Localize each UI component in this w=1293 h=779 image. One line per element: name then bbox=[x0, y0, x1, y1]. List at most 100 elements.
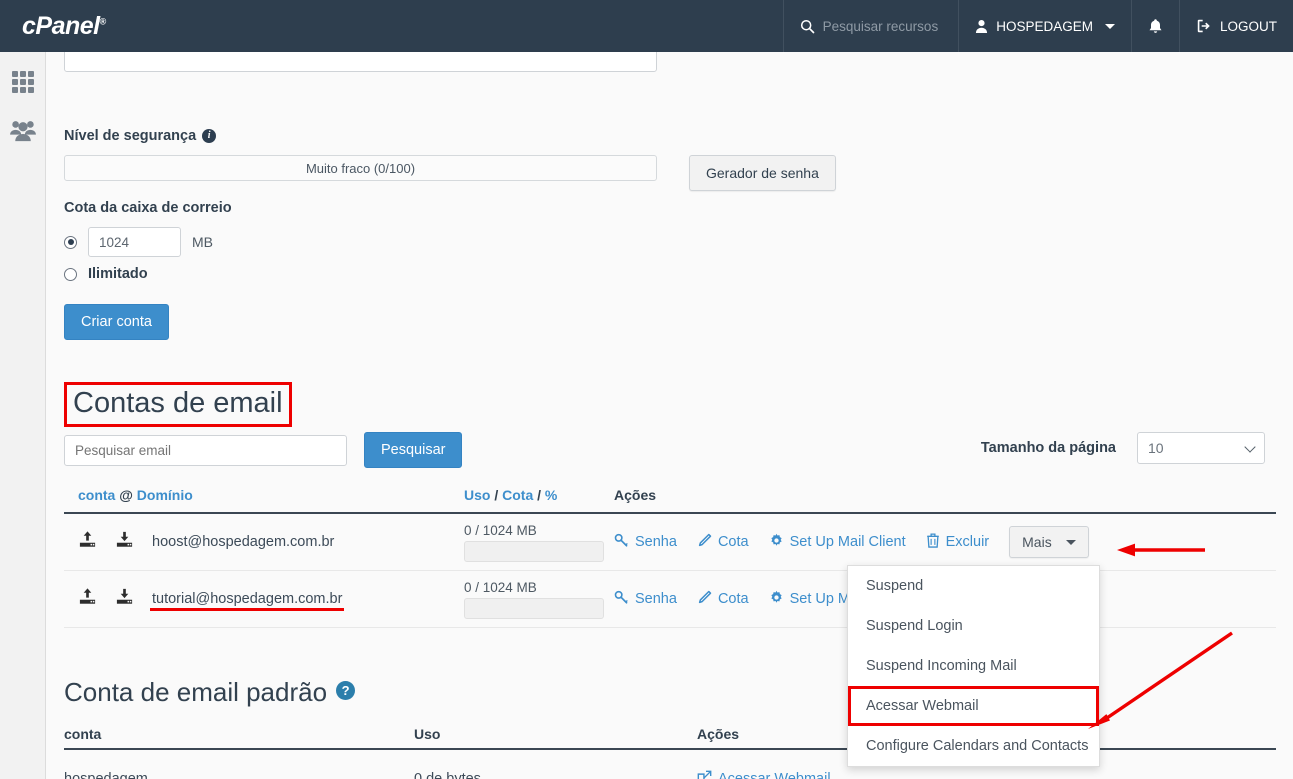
quota-unlimited-radio[interactable] bbox=[64, 267, 77, 281]
password-action[interactable]: Senha bbox=[614, 590, 677, 609]
page-size-select[interactable]: 10 bbox=[1137, 432, 1265, 464]
help-icon[interactable]: ? bbox=[336, 681, 356, 700]
notifications-button[interactable] bbox=[1130, 0, 1179, 52]
sep-1: / bbox=[494, 487, 499, 503]
user-menu-label: HOSPEDAGEM bbox=[996, 18, 1093, 34]
upload-icon[interactable] bbox=[78, 587, 97, 611]
password-action[interactable]: Senha bbox=[614, 533, 677, 552]
page-size-value: 10 bbox=[1148, 440, 1164, 456]
more-button[interactable]: Mais bbox=[1009, 526, 1089, 558]
security-level-group: Nível de segurança i Muito fraco (0/100)… bbox=[64, 128, 836, 191]
chevron-down-icon bbox=[1104, 23, 1115, 29]
quota-input[interactable] bbox=[88, 227, 181, 257]
default-account-title: Conta de email padrão ? bbox=[64, 677, 356, 708]
access-webmail-action[interactable]: Acessar Webmail bbox=[697, 770, 1276, 779]
annotation-arrow-to-acessar-webmail bbox=[1088, 631, 1233, 729]
access-webmail-label: Acessar Webmail bbox=[718, 771, 831, 779]
sort-domain-link[interactable]: Domínio bbox=[137, 487, 193, 503]
menu-item-configure-calendars[interactable]: Configure Calendars and Contacts bbox=[848, 726, 1099, 766]
search-icon bbox=[800, 19, 815, 34]
sort-quota-link[interactable]: Cota bbox=[502, 487, 533, 503]
quota-unlimited-option[interactable]: Ilimitado bbox=[64, 266, 232, 282]
top-header: cPanel® Pesquisar recursos HOSPEDAGEM LO… bbox=[0, 0, 1293, 52]
default-account-name: hospedagem bbox=[64, 771, 148, 779]
default-account-section: Conta de email padrão ? bbox=[64, 677, 356, 708]
brand-registered-mark: ® bbox=[99, 16, 107, 27]
quota-action[interactable]: Cota bbox=[697, 533, 749, 552]
grid-icon bbox=[11, 70, 35, 99]
setup-mail-client-action[interactable]: Set Up Mail Client bbox=[769, 533, 906, 552]
download-icon[interactable] bbox=[115, 530, 134, 554]
quota-action[interactable]: Cota bbox=[697, 590, 749, 609]
logout-label: LOGOUT bbox=[1219, 18, 1277, 34]
default-account-usage: 0 de bytes bbox=[414, 771, 481, 779]
usage-progress-bar bbox=[464, 597, 604, 619]
create-account-button[interactable]: Criar conta bbox=[64, 304, 169, 340]
logout-icon bbox=[1196, 18, 1212, 34]
upload-icon[interactable] bbox=[78, 530, 97, 554]
bell-icon bbox=[1148, 18, 1163, 35]
left-sidebar bbox=[0, 52, 46, 779]
more-button-wrapper: Mais bbox=[1009, 526, 1089, 558]
global-search[interactable]: Pesquisar recursos bbox=[782, 0, 959, 52]
gear-icon bbox=[769, 590, 784, 609]
key-icon bbox=[614, 533, 629, 552]
pencil-icon bbox=[697, 533, 712, 552]
security-level-label: Nível de segurança i bbox=[64, 128, 836, 144]
sort-account-link[interactable]: conta bbox=[78, 487, 115, 503]
external-link-icon bbox=[697, 770, 712, 779]
download-icon[interactable] bbox=[115, 587, 134, 611]
usage-text: 0 / 1024 MB bbox=[464, 522, 537, 538]
account-cell: hoost@hospedagem.com.br bbox=[64, 530, 464, 554]
user-menu[interactable]: HOSPEDAGEM bbox=[958, 0, 1131, 52]
menu-item-suspend-login[interactable]: Suspend Login bbox=[848, 606, 1099, 646]
password-generator-button[interactable]: Gerador de senha bbox=[689, 155, 836, 191]
quota-fixed-option[interactable]: MB bbox=[64, 227, 232, 257]
delete-action-label: Excluir bbox=[945, 534, 990, 550]
menu-item-acessar-webmail[interactable]: Acessar Webmail bbox=[848, 686, 1099, 726]
more-dropdown-menu: Suspend Suspend Login Suspend Incoming M… bbox=[847, 565, 1100, 767]
pencil-icon bbox=[697, 590, 712, 609]
logout-button[interactable]: LOGOUT bbox=[1178, 0, 1293, 52]
menu-item-suspend[interactable]: Suspend bbox=[848, 566, 1099, 606]
sort-usage-link[interactable]: Uso bbox=[464, 487, 490, 503]
header-account: conta @ Domínio bbox=[64, 487, 464, 503]
users-icon bbox=[9, 118, 37, 147]
sidebar-item-user-manager[interactable] bbox=[0, 108, 45, 156]
cpanel-logo[interactable]: cPanel® bbox=[0, 12, 106, 41]
quota-fixed-radio[interactable] bbox=[64, 235, 77, 249]
mailbox-quota-group: Cota da caixa de correio MB Ilimitado Cr… bbox=[64, 200, 232, 340]
chevron-down-icon bbox=[1244, 441, 1256, 453]
header-usage: Uso / Cota / % bbox=[464, 487, 614, 503]
mailbox-quota-label: Cota da caixa de correio bbox=[64, 200, 232, 216]
password-action-label: Senha bbox=[635, 534, 677, 550]
gear-icon bbox=[769, 533, 784, 552]
security-level-text: Nível de segurança bbox=[64, 128, 197, 144]
brand-text: cPanel bbox=[22, 11, 100, 40]
usage-text: 0 / 1024 MB bbox=[464, 579, 537, 595]
account-cell: tutorial@hospedagem.com.br bbox=[64, 587, 464, 611]
more-button-label: Mais bbox=[1022, 534, 1052, 550]
global-search-placeholder: Pesquisar recursos bbox=[822, 18, 939, 34]
sidebar-item-apps[interactable] bbox=[0, 60, 45, 108]
sep-2: / bbox=[537, 487, 542, 503]
info-icon[interactable]: i bbox=[202, 129, 217, 143]
header-usage: Uso bbox=[414, 726, 441, 742]
password-strength-value: Muito fraco (0/100) bbox=[305, 160, 416, 176]
usage-cell: 0 / 1024 MB bbox=[464, 523, 614, 562]
password-field-partial[interactable] bbox=[64, 52, 657, 72]
delete-action[interactable]: Excluir bbox=[926, 532, 990, 552]
quota-unit-label: MB bbox=[192, 234, 213, 250]
quota-action-label: Cota bbox=[717, 591, 749, 607]
account-email: tutorial@hospedagem.com.br bbox=[149, 591, 345, 611]
menu-item-suspend-incoming-mail[interactable]: Suspend Incoming Mail bbox=[848, 646, 1099, 686]
account-email: hoost@hospedagem.com.br bbox=[152, 534, 335, 550]
quota-unlimited-label: Ilimitado bbox=[88, 266, 148, 282]
default-account-actions: Acessar Webmail bbox=[697, 770, 1276, 779]
email-search-group: Pesquisar bbox=[64, 432, 463, 468]
usage-cell: 0 / 1024 MB bbox=[464, 580, 614, 619]
search-input[interactable] bbox=[64, 434, 347, 466]
search-button[interactable]: Pesquisar bbox=[364, 432, 463, 468]
sort-percent-link[interactable]: % bbox=[545, 487, 557, 503]
chevron-down-icon bbox=[1065, 539, 1076, 545]
